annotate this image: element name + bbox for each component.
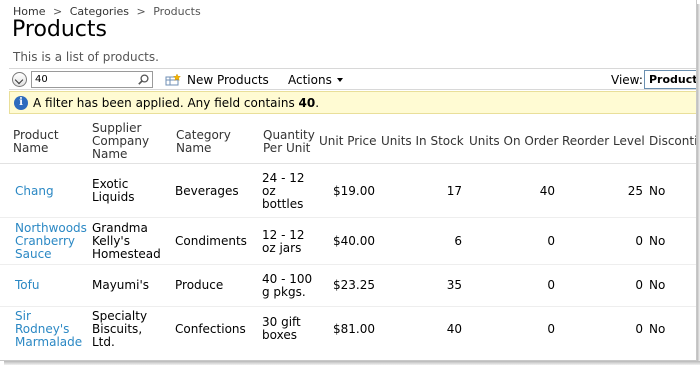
cell-line: Tofu	[15, 278, 40, 292]
units-in-stock-cell: 40	[446, 322, 462, 336]
cell-line: bottles	[262, 197, 304, 211]
reorder-level-cell: 25	[627, 184, 643, 198]
units-in-stock-cell: 35	[446, 278, 462, 292]
column-header-discontinued[interactable]: Discontinued	[649, 135, 696, 148]
column-header-supplier[interactable]: Supplier Company Name	[92, 122, 149, 161]
discontinued-cell: No	[649, 184, 666, 198]
cell-line: Ltd.	[92, 335, 115, 349]
reorder-level-cell: 0	[635, 278, 643, 292]
units-on-order-cell: 0	[547, 278, 555, 292]
column-header-reorder-level[interactable]: Reorder Level	[562, 135, 645, 148]
product-name-link[interactable]: Chang	[15, 185, 54, 198]
cell-line: Marmalade	[15, 335, 83, 349]
new-record-icon	[165, 74, 181, 86]
app-window: Home > Categories > Products Products Th…	[0, 0, 697, 361]
table-row[interactable]: Tofu Mayumi's Produce 40 - 100 g pkgs. $…	[0, 265, 696, 307]
product-name-link[interactable]: Northwoods Cranberry Sauce	[15, 222, 87, 261]
reorder-level-cell: 0	[635, 234, 643, 248]
discontinued-cell: No	[649, 278, 666, 292]
filter-value: 40	[298, 95, 316, 110]
column-header-product-name[interactable]: Product Name	[13, 129, 59, 155]
category-cell: Beverages	[175, 184, 239, 198]
column-header-category[interactable]: Category Name	[176, 129, 231, 155]
breadcrumb-separator: >	[136, 5, 146, 18]
new-products-label: New Products	[187, 73, 269, 87]
cell-line: Sauce	[15, 247, 52, 261]
header-line: Name	[13, 141, 49, 155]
quantity-cell: 24 - 12 oz bottles	[262, 172, 305, 211]
cell-line: Homestead	[92, 247, 161, 261]
info-icon: i	[14, 95, 28, 110]
page-title: Products	[12, 17, 107, 42]
column-header-units-in-stock[interactable]: Units In Stock	[381, 135, 464, 148]
supplier-cell: Exotic Liquids	[92, 178, 134, 204]
cell-line: g pkgs.	[262, 285, 306, 299]
cell-line: Liquids	[92, 190, 135, 204]
filter-message-suffix: .	[315, 95, 320, 110]
actions-menu-button[interactable]: Actions	[288, 71, 343, 89]
units-in-stock-cell: 6	[454, 234, 462, 248]
window-shadow-bottom	[4, 361, 700, 365]
table-row[interactable]: Sir Rodney's Marmalade Specialty Biscuit…	[0, 307, 696, 355]
chevron-down-icon[interactable]	[12, 72, 27, 87]
breadcrumb-current: Products	[153, 5, 201, 18]
search-icon[interactable]	[138, 74, 149, 85]
filter-status-bar: i A filter has been applied. Any field c…	[9, 91, 696, 114]
discontinued-cell: No	[649, 322, 666, 336]
supplier-cell: Specialty Biscuits, Ltd.	[92, 310, 147, 349]
actions-label: Actions	[288, 73, 332, 87]
supplier-cell: Grandma Kelly's Homestead	[92, 222, 161, 261]
cell-line: boxes	[262, 328, 297, 342]
toolbar: New Products Actions View: Products	[9, 68, 696, 90]
category-cell: Produce	[175, 278, 224, 292]
column-header-quantity[interactable]: Quantity Per Unit	[263, 129, 315, 155]
table-row[interactable]: Chang Exotic Liquids Beverages 24 - 12 o…	[0, 166, 696, 218]
page-description: This is a list of products.	[13, 50, 159, 64]
unit-price-cell: $19.00	[333, 184, 375, 198]
table-row[interactable]: Northwoods Cranberry Sauce Grandma Kelly…	[0, 218, 696, 265]
search-input[interactable]	[35, 72, 135, 87]
cell-line: Mayumi's	[92, 278, 149, 292]
units-on-order-cell: 0	[547, 322, 555, 336]
reorder-level-cell: 0	[635, 322, 643, 336]
column-header-units-on-order[interactable]: Units On Order	[469, 135, 558, 148]
unit-price-cell: $23.25	[333, 278, 375, 292]
product-name-link[interactable]: Sir Rodney's Marmalade	[15, 310, 82, 349]
header-line: Name	[176, 141, 212, 155]
quantity-cell: 40 - 100 g pkgs.	[262, 273, 312, 299]
header-line: Per Unit	[263, 141, 311, 155]
caret-down-icon	[336, 78, 343, 82]
discontinued-cell: No	[649, 234, 666, 248]
product-name-link[interactable]: Tofu	[15, 279, 39, 292]
header-line: Name	[92, 147, 128, 161]
category-cell: Condiments	[175, 234, 247, 248]
cell-line: oz jars	[262, 241, 302, 255]
column-header-unit-price[interactable]: Unit Price	[319, 135, 377, 148]
search-box[interactable]	[31, 71, 153, 88]
cell-line: Chang	[15, 184, 54, 198]
grid-header: Product Name Supplier Company Name Categ…	[0, 114, 696, 164]
view-label: View:	[611, 73, 643, 87]
new-products-button[interactable]: New Products	[165, 71, 269, 89]
quantity-cell: 12 - 12 oz jars	[262, 229, 305, 255]
supplier-cell: Mayumi's	[92, 279, 149, 292]
units-on-order-cell: 0	[547, 234, 555, 248]
unit-price-cell: $81.00	[333, 322, 375, 336]
filter-message: A filter has been applied. Any field con…	[33, 96, 319, 110]
view-select[interactable]: Products	[644, 70, 696, 89]
units-on-order-cell: 40	[539, 184, 555, 198]
units-in-stock-cell: 17	[446, 184, 462, 198]
category-cell: Confections	[175, 322, 246, 336]
unit-price-cell: $40.00	[333, 234, 375, 248]
filter-message-prefix: A filter has been applied. Any field con…	[33, 95, 299, 110]
quantity-cell: 30 gift boxes	[262, 316, 301, 342]
